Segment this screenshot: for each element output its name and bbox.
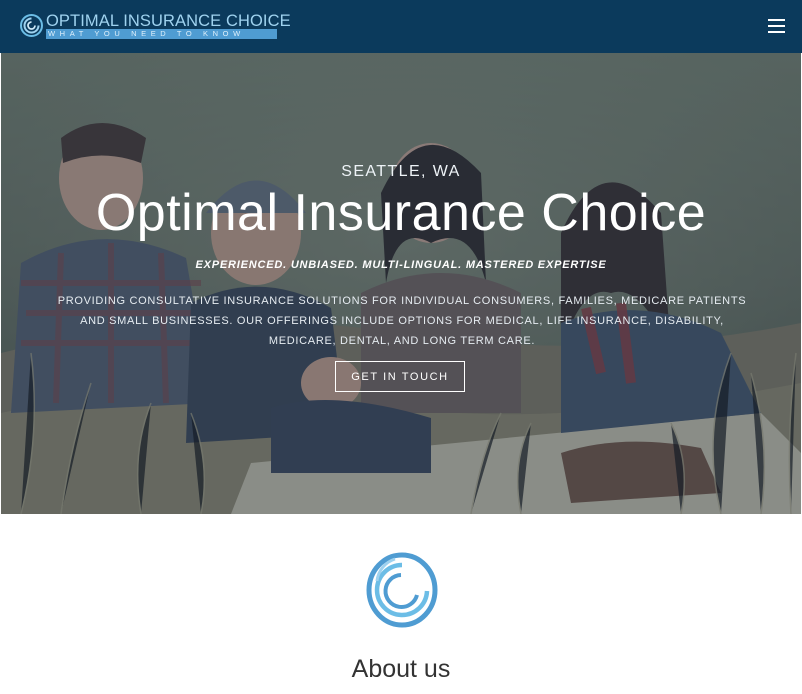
swirl-logo-icon: [20, 14, 43, 37]
get-in-touch-button[interactable]: GET IN TOUCH: [335, 361, 465, 392]
circular-swirl-logo-icon: [366, 552, 438, 628]
hamburger-menu-icon[interactable]: [764, 16, 790, 36]
hero-location: SEATTLE, WA: [341, 163, 461, 180]
hero-title: Optimal Insurance Choice: [95, 184, 707, 242]
brand-logo[interactable]: OPTIMAL INSURANCE CHOICE WHAT YOU NEED T…: [19, 11, 291, 41]
hero-tagline: EXPERIENCED. UNBIASED. MULTI-LINGUAL. MA…: [195, 259, 607, 271]
brand-tagline: WHAT YOU NEED TO KNOW: [46, 29, 277, 39]
about-title: About us: [351, 655, 451, 683]
hero-description: PROVIDING CONSULTATIVE INSURANCE SOLUTIO…: [57, 295, 747, 347]
hero-section: SEATTLE, WA Optimal Insurance Choice EXP…: [1, 53, 801, 514]
hero-overlay: [1, 53, 801, 514]
site-header: OPTIMAL INSURANCE CHOICE WHAT YOU NEED T…: [0, 0, 802, 53]
